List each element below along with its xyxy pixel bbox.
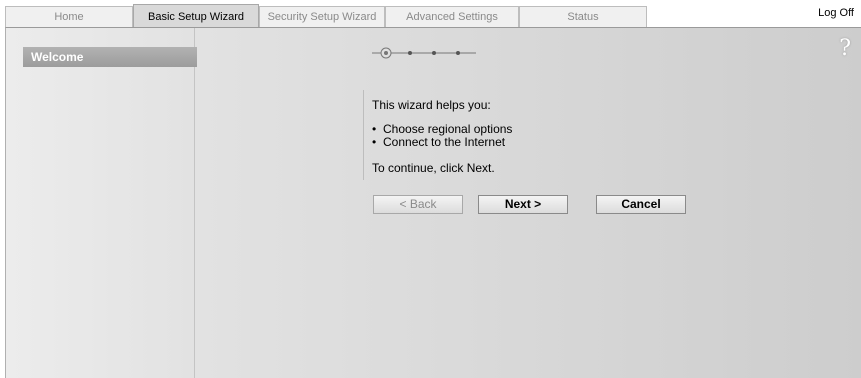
progress-step-current-dot [384,51,388,55]
cancel-button[interactable]: Cancel [596,195,686,214]
sidebar-item-welcome[interactable]: Welcome [23,47,197,67]
back-button[interactable]: < Back [373,195,463,214]
main-frame: Welcome ? This wizard helps you: Choose … [5,27,861,378]
tab-advanced-settings[interactable]: Advanced Settings [385,6,519,27]
progress-step [432,51,436,55]
tab-status[interactable]: Status [519,6,647,27]
wizard-intro: This wizard helps you: [372,98,491,112]
wizard-continue-text: To continue, click Next. [372,161,495,175]
tab-bar: Home Basic Setup Wizard Security Setup W… [0,0,861,28]
progress-step [408,51,412,55]
tab-security-setup-wizard[interactable]: Security Setup Wizard [259,6,385,27]
list-item: Connect to the Internet [372,136,512,149]
tab-home[interactable]: Home [5,6,133,27]
wizard-content: This wizard helps you: Choose regional o… [363,90,572,180]
sidebar: Welcome [6,28,197,378]
log-off-link[interactable]: Log Off [818,7,854,19]
tab-basic-setup-wizard[interactable]: Basic Setup Wizard [133,4,259,28]
progress-step [456,51,460,55]
wizard-bullet-list: Choose regional options Connect to the I… [372,123,512,149]
next-button[interactable]: Next > [478,195,568,214]
help-icon[interactable]: ? [839,36,851,61]
wizard-progress-indicator [372,47,476,59]
